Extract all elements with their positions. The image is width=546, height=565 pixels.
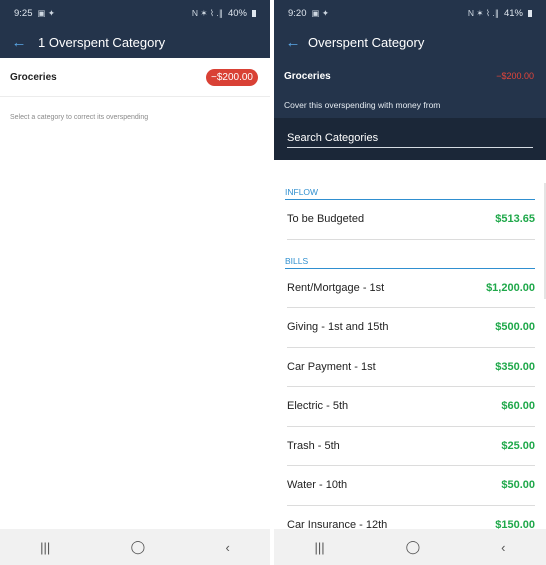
page-title: 1 Overspent Category bbox=[38, 35, 166, 50]
category-name: Giving - 1st and 15th bbox=[287, 321, 389, 334]
notification-icons: ▣ ✦ bbox=[311, 8, 330, 18]
category-name: Car Payment - 1st bbox=[287, 360, 376, 373]
overspent-amount-badge: −$200.00 bbox=[206, 68, 258, 86]
available-amount: $1,200.00 bbox=[486, 281, 535, 294]
page-title: Overspent Category bbox=[308, 35, 425, 50]
list-item[interactable]: To be Budgeted $513.65 bbox=[287, 200, 535, 240]
status-bar: 9:20 ▣ ✦ N ✶ ⌇ .∥ 41% bbox=[274, 0, 546, 27]
category-name: Electric - 5th bbox=[287, 400, 349, 413]
list-item[interactable]: Water - 10th $50.00 bbox=[287, 466, 535, 506]
recents-icon[interactable]: ||| bbox=[40, 540, 50, 555]
category-list[interactable]: INFLOW To be Budgeted $513.65 BILLS Rent… bbox=[274, 177, 546, 529]
category-name: Rent/Mortgage - 1st bbox=[287, 281, 385, 294]
system-nav-bar: ||| ◯ ‹ bbox=[0, 529, 270, 565]
list-item[interactable]: Car Payment - 1st $350.00 bbox=[287, 348, 535, 387]
category-name: Water - 10th bbox=[287, 479, 348, 492]
back-arrow-icon[interactable]: ← bbox=[0, 34, 38, 51]
available-amount: $350.00 bbox=[495, 360, 535, 373]
available-amount: $60.00 bbox=[501, 400, 535, 413]
category-name: Groceries bbox=[10, 71, 57, 83]
status-bar: 9:25 ▣ ✦ N ✶ ⌇ .∥ 40% bbox=[0, 0, 270, 27]
system-nav-bar: ||| ◯ ‹ bbox=[274, 529, 546, 565]
list-item[interactable]: Trash - 5th $25.00 bbox=[287, 427, 535, 466]
overspent-amount: −$200.00 bbox=[496, 71, 534, 81]
list-item[interactable]: Electric - 5th $60.00 bbox=[287, 387, 535, 427]
category-name: Groceries bbox=[284, 70, 331, 82]
list-item[interactable]: Car Insurance - 12th $150.00 bbox=[287, 506, 535, 529]
recents-icon[interactable]: ||| bbox=[314, 540, 324, 555]
cover-instruction: Cover this overspending with money from bbox=[284, 100, 441, 110]
status-time: 9:25 bbox=[14, 8, 33, 19]
section-header-inflow: INFLOW bbox=[285, 177, 535, 200]
battery-level: 40% bbox=[227, 8, 247, 19]
search-bar bbox=[274, 118, 546, 160]
category-name: Car Insurance - 12th bbox=[287, 518, 388, 529]
notification-icons: ▣ ✦ bbox=[37, 8, 56, 18]
instruction-text: Select a category to correct its overspe… bbox=[10, 114, 149, 121]
available-amount: $50.00 bbox=[501, 479, 535, 492]
available-amount: $513.65 bbox=[495, 213, 535, 226]
left-screen: 9:25 ▣ ✦ N ✶ ⌇ .∥ 40% ← 1 Overspent Cate… bbox=[0, 0, 270, 565]
battery-icon bbox=[528, 10, 532, 17]
search-input[interactable] bbox=[287, 130, 533, 148]
list-item[interactable]: Rent/Mortgage - 1st $1,200.00 bbox=[287, 269, 535, 308]
overspent-category-row: Groceries −$200.00 bbox=[274, 58, 546, 94]
list-item[interactable]: Giving - 1st and 15th $500.00 bbox=[287, 308, 535, 348]
available-amount: $25.00 bbox=[501, 439, 535, 452]
category-name: Trash - 5th bbox=[287, 439, 340, 452]
overspent-summary: Groceries −$200.00 Cover this overspendi… bbox=[274, 58, 546, 118]
signal-icons: N ✶ ⌇ .∥ bbox=[467, 8, 499, 18]
home-icon[interactable]: ◯ bbox=[131, 539, 146, 555]
app-bar: ← Overspent Category bbox=[274, 27, 546, 58]
available-amount: $500.00 bbox=[495, 321, 535, 334]
category-name: To be Budgeted bbox=[287, 213, 365, 226]
battery-level: 41% bbox=[503, 8, 523, 19]
right-screen: 9:20 ▣ ✦ N ✶ ⌇ .∥ 41% ← Overspent Catego… bbox=[274, 0, 546, 565]
chevron-left-icon[interactable]: ‹ bbox=[225, 540, 229, 555]
signal-icons: N ✶ ⌇ .∥ bbox=[191, 8, 223, 18]
app-bar: ← 1 Overspent Category bbox=[0, 27, 270, 58]
chevron-left-icon[interactable]: ‹ bbox=[501, 540, 505, 555]
overspent-category-row[interactable]: Groceries −$200.00 bbox=[0, 58, 270, 96]
available-amount: $150.00 bbox=[495, 518, 535, 529]
status-time: 9:20 bbox=[288, 8, 307, 19]
battery-icon bbox=[252, 10, 256, 17]
home-icon[interactable]: ◯ bbox=[406, 539, 421, 555]
section-header-bills: BILLS bbox=[285, 246, 535, 269]
back-arrow-icon[interactable]: ← bbox=[274, 34, 312, 51]
